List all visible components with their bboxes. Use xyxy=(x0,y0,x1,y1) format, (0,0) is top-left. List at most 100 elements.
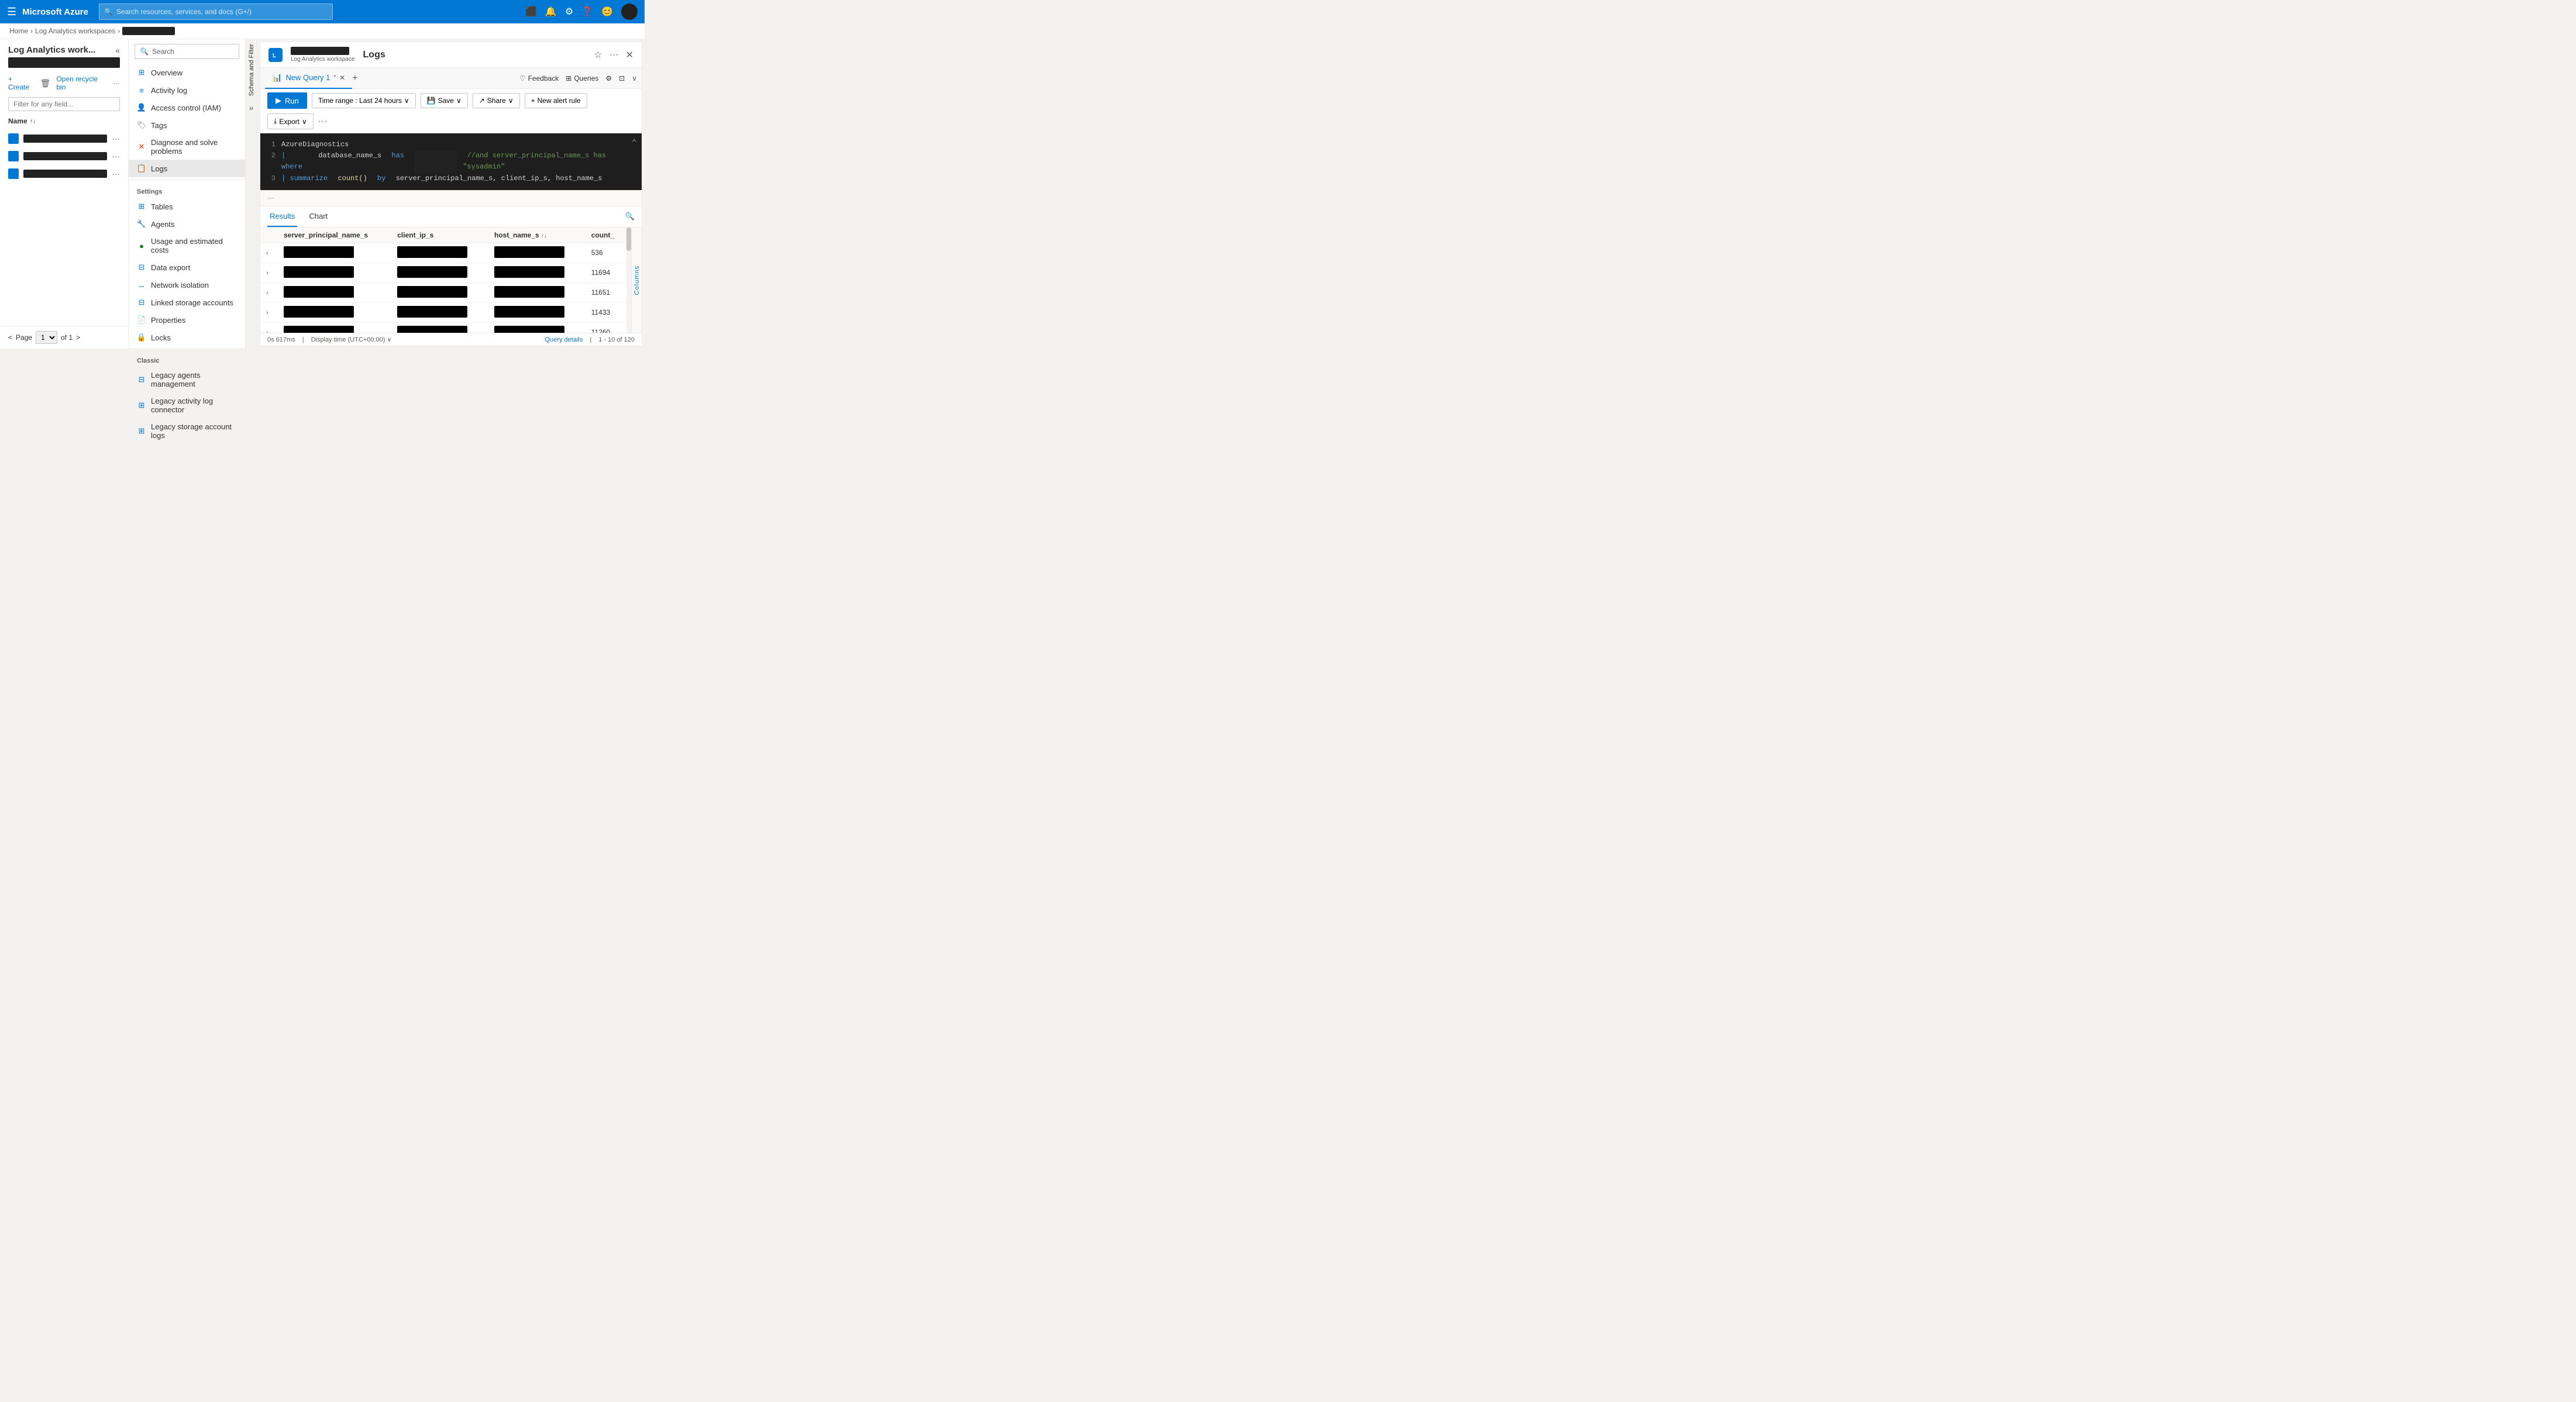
col-host-name[interactable]: host_name_s ↑↓ xyxy=(488,228,586,243)
sidebar-item-network[interactable]: ↔ Network isolation xyxy=(129,276,245,294)
sidebar-item-usage[interactable]: ● Usage and estimated costs xyxy=(129,233,245,259)
list-item[interactable]: ··· xyxy=(0,165,128,182)
time-chevron-icon: ∨ xyxy=(404,97,409,105)
global-search[interactable]: 🔍 Search resources, services, and docs (… xyxy=(99,4,333,20)
logs-title: Logs xyxy=(363,50,385,60)
results-tab[interactable]: Results xyxy=(267,206,297,228)
filter-input[interactable] xyxy=(8,97,120,111)
sidebar-item-tables[interactable]: ⊞ Tables xyxy=(129,198,245,215)
table-row[interactable]: › 11651 xyxy=(260,283,626,302)
feedback-icon[interactable]: 😊 xyxy=(601,6,613,18)
scroll-thumb[interactable] xyxy=(626,228,631,251)
favorite-icon[interactable]: ☆ xyxy=(594,49,602,61)
results-scrollbar[interactable] xyxy=(626,228,631,333)
row-expand-arrow[interactable]: › xyxy=(266,270,268,277)
storage-icon: ⊟ xyxy=(137,298,146,307)
cloud-shell-icon[interactable]: ⬛ xyxy=(525,6,537,18)
tab-close-btn[interactable]: ✕ xyxy=(339,74,345,82)
next-page-btn[interactable]: > xyxy=(76,333,80,342)
sidebar-item-diagnose[interactable]: ✕ Diagnose and solve problems xyxy=(129,134,245,160)
export-button[interactable]: ⤓ Export ∨ xyxy=(267,113,314,129)
queries-btn[interactable]: ⊞ Queries xyxy=(566,74,598,82)
row-expand-arrow[interactable]: › xyxy=(266,309,268,316)
close-logs-btn[interactable]: ✕ xyxy=(626,49,633,61)
breadcrumb-home[interactable]: Home xyxy=(9,27,28,35)
display-time-btn[interactable]: Display time (UTC+00:00) ∨ xyxy=(311,336,392,343)
separator: | xyxy=(302,336,304,343)
expand-query-btn[interactable]: ··· xyxy=(267,194,274,202)
list-item[interactable]: ··· xyxy=(0,130,128,147)
panel-more-btn[interactable]: ∨ xyxy=(632,74,637,82)
row-expand-arrow[interactable]: › xyxy=(266,290,268,297)
display-time-label: Display time (UTC+00:00) xyxy=(311,336,385,343)
sidebar-item-legacy-storage[interactable]: ⊞ Legacy storage account logs xyxy=(129,418,245,444)
cell-redacted-host xyxy=(494,246,564,258)
sidebar-item-agents[interactable]: 🔧 Agents xyxy=(129,215,245,233)
query-collapse-btn[interactable]: ⌃ xyxy=(631,137,637,149)
save-button[interactable]: 💾 Save ∨ xyxy=(421,93,468,108)
columns-panel-toggle[interactable]: Columns xyxy=(631,228,642,333)
share-button[interactable]: ↗ Share ∨ xyxy=(473,93,520,108)
recycle-bin-button[interactable]: Open recycle bin xyxy=(56,75,107,91)
item-more-btn[interactable]: ··· xyxy=(112,169,120,178)
sidebar-item-iam[interactable]: 👤 Access control (IAM) xyxy=(129,99,245,116)
create-button[interactable]: + Create xyxy=(8,75,35,91)
hamburger-menu[interactable]: ☰ xyxy=(7,6,16,18)
sidebar-item-label: Diagnose and solve problems xyxy=(151,138,237,156)
toolbar-more-btn[interactable]: ··· xyxy=(318,116,328,127)
more-actions-btn[interactable]: ··· xyxy=(113,79,120,87)
query-details-btn[interactable]: Query details xyxy=(545,336,583,343)
query-tab[interactable]: 📊 New Query 1 * ✕ xyxy=(265,68,352,89)
sidebar-item-export[interactable]: ⊟ Data export xyxy=(129,259,245,276)
save-label: Save xyxy=(438,97,454,105)
sidebar-item-tags[interactable]: 🏷 Tags xyxy=(129,116,245,134)
collapse-btn[interactable]: « xyxy=(115,46,120,55)
item-more-btn[interactable]: ··· xyxy=(112,151,120,161)
sidebar-search[interactable]: 🔍 Search xyxy=(135,44,239,59)
more-options-icon[interactable]: ··· xyxy=(609,50,619,60)
sidebar-item-legacy-activity[interactable]: ⊞ Legacy activity log connector xyxy=(129,392,245,418)
col-count[interactable]: count_ xyxy=(586,228,626,243)
sidebar-item-legacy-agents[interactable]: ⊟ Legacy agents management xyxy=(129,367,245,392)
table-row[interactable]: › 536 xyxy=(260,243,626,263)
sidebar-item-storage[interactable]: ⊟ Linked storage accounts xyxy=(129,294,245,311)
resource-icon xyxy=(8,133,19,144)
export-label: Export xyxy=(279,118,299,126)
new-alert-rule-button[interactable]: + New alert rule xyxy=(525,93,587,108)
notifications-icon[interactable]: 🔔 xyxy=(545,6,557,18)
table-row[interactable]: › 11694 xyxy=(260,263,626,283)
table-row[interactable]: › 11260 xyxy=(260,322,626,333)
profile-avatar[interactable] xyxy=(621,4,638,20)
item-more-btn[interactable]: ··· xyxy=(112,134,120,143)
add-tab-btn[interactable]: + xyxy=(352,73,357,84)
col-client-ip[interactable]: client_ip_s xyxy=(391,228,488,243)
schema-filter-toggle[interactable]: Schema and Filter » xyxy=(246,39,257,349)
layout-icon[interactable]: ⊡ xyxy=(619,74,625,82)
breadcrumb-workspaces[interactable]: Log Analytics workspaces xyxy=(35,27,115,35)
list-item[interactable]: ··· xyxy=(0,147,128,165)
table-row[interactable]: › 11433 xyxy=(260,302,626,322)
col-server-principal[interactable]: server_principal_name_s xyxy=(278,228,391,243)
sidebar-item-overview[interactable]: ⊞ Overview xyxy=(129,64,245,81)
share-icon: ↗ xyxy=(479,97,485,105)
help-icon[interactable]: ❓ xyxy=(581,6,593,18)
results-search-icon[interactable]: 🔍 xyxy=(625,212,635,221)
query-editor[interactable]: 1 AzureDiagnostics 2 | where database_na… xyxy=(260,133,642,190)
sidebar-item-properties[interactable]: 📄 Properties xyxy=(129,311,245,329)
run-button[interactable]: ▶ Run xyxy=(267,92,307,109)
page-select[interactable]: 1 xyxy=(36,331,57,344)
schema-expand-icon[interactable]: » xyxy=(249,103,254,112)
chart-tab[interactable]: Chart xyxy=(306,206,330,228)
time-range-button[interactable]: Time range : Last 24 hours ∨ xyxy=(312,93,416,108)
sidebar-item-logs[interactable]: 📋 Logs xyxy=(129,160,245,177)
breadcrumb-current xyxy=(122,27,175,35)
feedback-btn[interactable]: ♡ Feedback xyxy=(519,74,559,82)
settings-icon[interactable]: ⚙ xyxy=(565,6,573,18)
prev-page-btn[interactable]: < xyxy=(8,333,12,342)
row-expand-arrow[interactable]: › xyxy=(266,250,268,257)
cell-redacted-host xyxy=(494,306,564,318)
sidebar-item-activity-log[interactable]: ≡ Activity log xyxy=(129,81,245,99)
export-chevron-icon: ∨ xyxy=(302,118,307,126)
sidebar-item-locks[interactable]: 🔒 Locks xyxy=(129,329,245,346)
editor-settings-icon[interactable]: ⚙ xyxy=(605,74,612,82)
